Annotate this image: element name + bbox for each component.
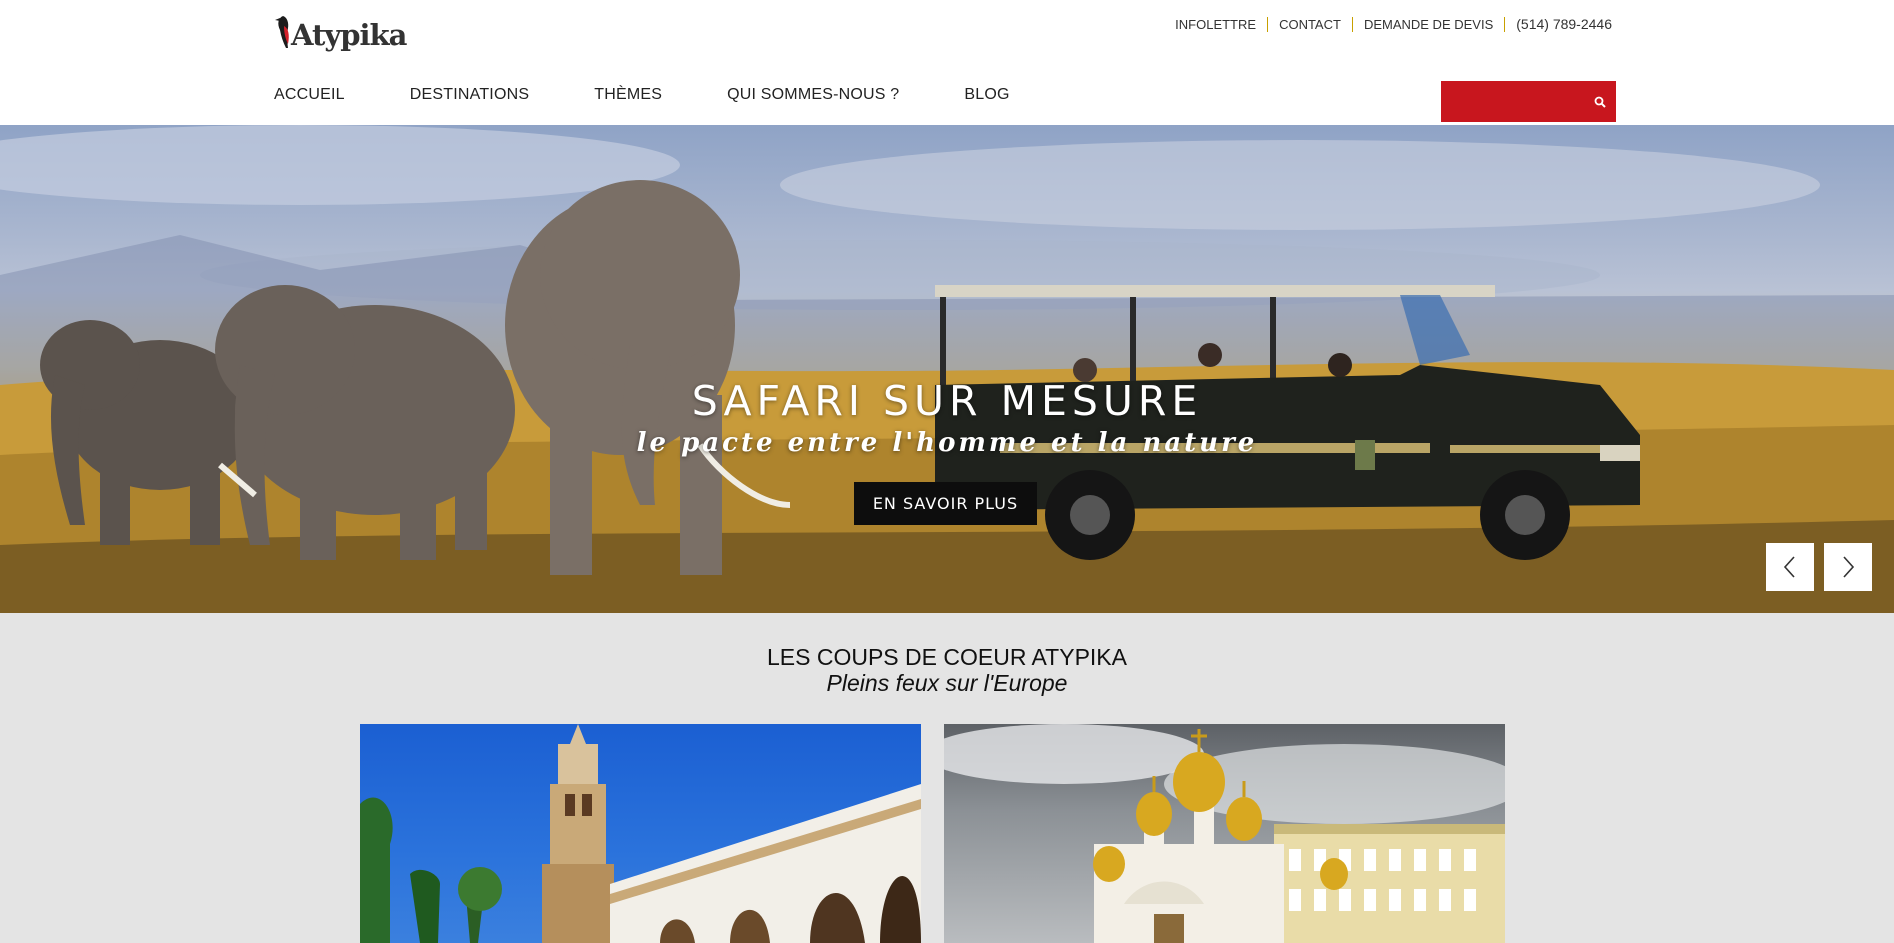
featured-card-cordoba[interactable]: [360, 724, 921, 943]
utility-nav: INFOLETTRE CONTACT DEMANDE DE DEVIS (514…: [1175, 16, 1612, 32]
phone-link[interactable]: (514) 789-2446: [1516, 16, 1612, 32]
divider: [1351, 16, 1353, 32]
featured-title: LES COUPS DE COEUR ATYPIKA: [766, 644, 1127, 670]
nav-item-destinations[interactable]: DESTINATIONS: [410, 86, 529, 104]
brand-logo[interactable]: Atypika: [274, 14, 407, 54]
featured-subtitle: Pleins feux sur l'Europe: [826, 670, 1068, 696]
featured-card-moscow[interactable]: [944, 724, 1505, 943]
nav-item-themes[interactable]: THÈMES: [594, 86, 662, 104]
nav-item-home[interactable]: ACCUEIL: [274, 86, 345, 104]
card-image: [944, 724, 1505, 943]
contact-link[interactable]: CONTACT: [1279, 17, 1341, 32]
card-image: [360, 724, 921, 943]
search-icon[interactable]: [1594, 96, 1606, 108]
quote-request-link[interactable]: DEMANDE DE DEVIS: [1364, 17, 1493, 32]
site-header: Atypika INFOLETTRE CONTACT DEMANDE DE DE…: [0, 0, 1894, 125]
search-input[interactable]: [1441, 81, 1581, 122]
search-box[interactable]: [1441, 81, 1616, 122]
chevron-left-icon: [1783, 556, 1795, 578]
hero-slider: SAFARI SUR MESURE le pacte entre l'homme…: [0, 125, 1894, 613]
hero-title: SAFARI SUR MESURE: [691, 377, 1203, 425]
brand-name: Atypika: [291, 18, 407, 52]
newsletter-link[interactable]: INFOLETTRE: [1175, 17, 1256, 32]
learn-more-button[interactable]: EN SAVOIR PLUS: [854, 482, 1037, 525]
divider: [1504, 16, 1506, 32]
hero-subtitle: le pacte entre l'homme et la nature: [636, 428, 1258, 458]
chevron-right-icon: [1843, 556, 1855, 578]
nav-item-blog[interactable]: BLOG: [964, 86, 1009, 104]
slider-prev-button[interactable]: [1766, 543, 1814, 591]
slider-next-button[interactable]: [1824, 543, 1872, 591]
hero-image: [0, 125, 1894, 613]
divider: [1267, 16, 1269, 32]
main-nav: ACCUEIL DESTINATIONS THÈMES QUI SOMMES-N…: [274, 86, 1075, 104]
nav-item-about[interactable]: QUI SOMMES-NOUS ?: [727, 86, 899, 104]
